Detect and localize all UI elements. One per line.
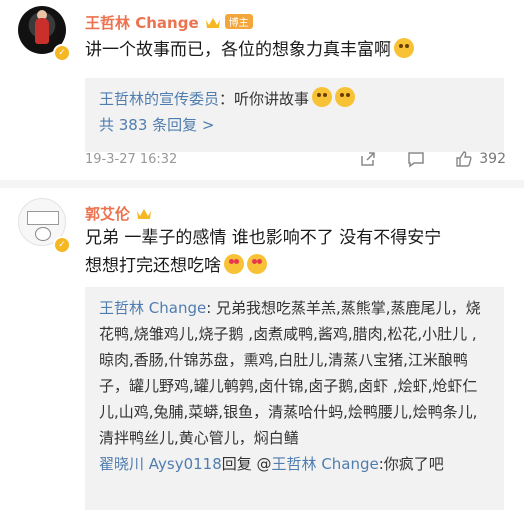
- comment-body-line: 想想打完还想吃啥: [85, 256, 221, 276]
- mention-link[interactable]: 王哲林 Change: [272, 455, 379, 473]
- blogger-badge: 博主: [224, 14, 253, 29]
- reply-preview[interactable]: 王哲林的宣传委员：听你讲故事 共 383 条回复 >: [85, 78, 504, 152]
- verified-badge-icon: ✓: [53, 44, 71, 62]
- grin-emoji-icon: [394, 38, 414, 58]
- comment-actions: 392: [359, 150, 506, 168]
- reply-author[interactable]: 王哲林 Change: [99, 299, 206, 317]
- thumbs-up-icon: [455, 150, 473, 168]
- comment-icon[interactable]: [407, 150, 425, 168]
- more-replies-link[interactable]: 共 383 条回复 >: [99, 112, 490, 138]
- comment-text: 讲一个故事而已，各位的想象力真丰富啊: [85, 36, 414, 64]
- reply: 王哲林 Change: 兄弟我想吃蒸羊羔,蒸熊掌,蒸鹿尾儿，烧花鸭,烧雏鸡儿,烧…: [99, 295, 490, 451]
- crown-icon: [205, 15, 221, 28]
- reply-prefix: 回复 @: [221, 455, 272, 473]
- comment-body-line: 兄弟 一辈子的感情 谁也影响不了 没有不得安宁: [85, 228, 442, 248]
- reply-text: :你疯了吧: [378, 455, 444, 473]
- reply-line: 王哲林的宣传委员：听你讲故事: [99, 86, 490, 112]
- divider: [0, 180, 524, 188]
- share-icon[interactable]: [359, 150, 377, 168]
- verified-badge-icon: ✓: [53, 236, 71, 254]
- surprised-emoji-icon: [335, 87, 356, 107]
- crown-icon: [136, 206, 152, 219]
- like-count: 392: [479, 151, 506, 167]
- comment-1: ✓ 王哲林 Change 博主 讲一个故事而已，各位的想象力真丰富啊 王哲林的宣传…: [0, 0, 524, 180]
- surprised-emoji-icon: [312, 87, 333, 107]
- timestamp: 19-3-27 16:32: [85, 152, 178, 167]
- reply-text: : 兄弟我想吃蒸羊羔,蒸熊掌,蒸鹿尾儿，烧花鸭,烧雏鸡儿,烧子鹅 ,卤煮咸鸭,酱…: [99, 299, 481, 447]
- reply: 翟晓川 Aysy0118回复 @王哲林 Change:你疯了吧: [99, 451, 490, 477]
- reply-author[interactable]: 翟晓川 Aysy0118: [99, 455, 222, 473]
- comment-text: 兄弟 一辈子的感情 谁也影响不了 没有不得安宁 想想打完还想吃啥: [85, 224, 505, 280]
- reply-thread[interactable]: 王哲林 Change: 兄弟我想吃蒸羊羔,蒸熊掌,蒸鹿尾儿，烧花鸭,烧雏鸡儿,烧…: [85, 287, 504, 510]
- comment-body: 讲一个故事而已，各位的想象力真丰富啊: [85, 40, 391, 60]
- comment-author[interactable]: 郭艾伦: [85, 203, 152, 224]
- reply-author[interactable]: 王哲林的宣传委员: [99, 90, 219, 108]
- author-name[interactable]: 王哲林 Change: [85, 14, 199, 32]
- heart-eyes-emoji-icon: [247, 254, 267, 274]
- like-button[interactable]: 392: [455, 150, 506, 168]
- comment-author[interactable]: 王哲林 Change 博主: [85, 12, 253, 33]
- author-name[interactable]: 郭艾伦: [85, 205, 130, 223]
- heart-eyes-emoji-icon: [224, 254, 244, 274]
- reply-text: ：听你讲故事: [219, 90, 310, 108]
